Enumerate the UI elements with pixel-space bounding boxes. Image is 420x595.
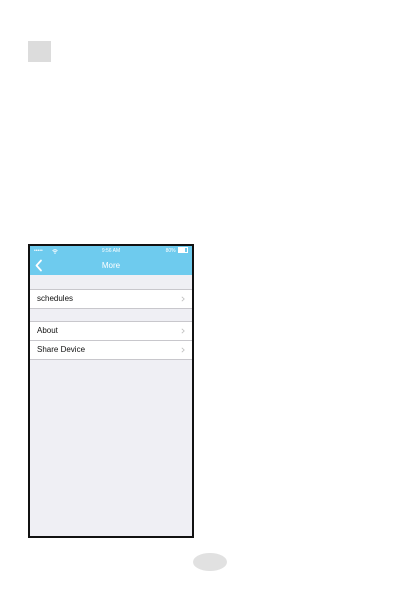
phone-screen: ••••• 9:56 AM 80% More schedules About S…	[28, 244, 194, 538]
page-marker-square	[28, 41, 51, 62]
page-title: More	[101, 261, 121, 270]
info-group: About Share Device	[30, 321, 192, 360]
status-bar: ••••• 9:56 AM 80%	[30, 246, 192, 256]
battery-fill	[179, 247, 186, 252]
menu-item-schedules[interactable]: schedules	[30, 290, 192, 308]
menu-item-about[interactable]: About	[30, 322, 192, 340]
menu-item-label: schedules	[37, 294, 74, 303]
battery-icon	[178, 246, 188, 253]
chevron-right-icon	[181, 328, 185, 334]
navigation-bar: More	[30, 256, 192, 275]
schedules-group: schedules	[30, 289, 192, 309]
battery-status: 80%	[166, 246, 188, 256]
chevron-right-icon	[181, 347, 185, 353]
menu-item-share-device[interactable]: Share Device	[30, 340, 192, 359]
chevron-right-icon	[181, 296, 185, 302]
page-number-badge	[193, 553, 227, 571]
battery-percent: 80%	[165, 248, 176, 254]
menu-item-label: About	[37, 326, 58, 335]
menu-item-label: Share Device	[37, 345, 86, 354]
